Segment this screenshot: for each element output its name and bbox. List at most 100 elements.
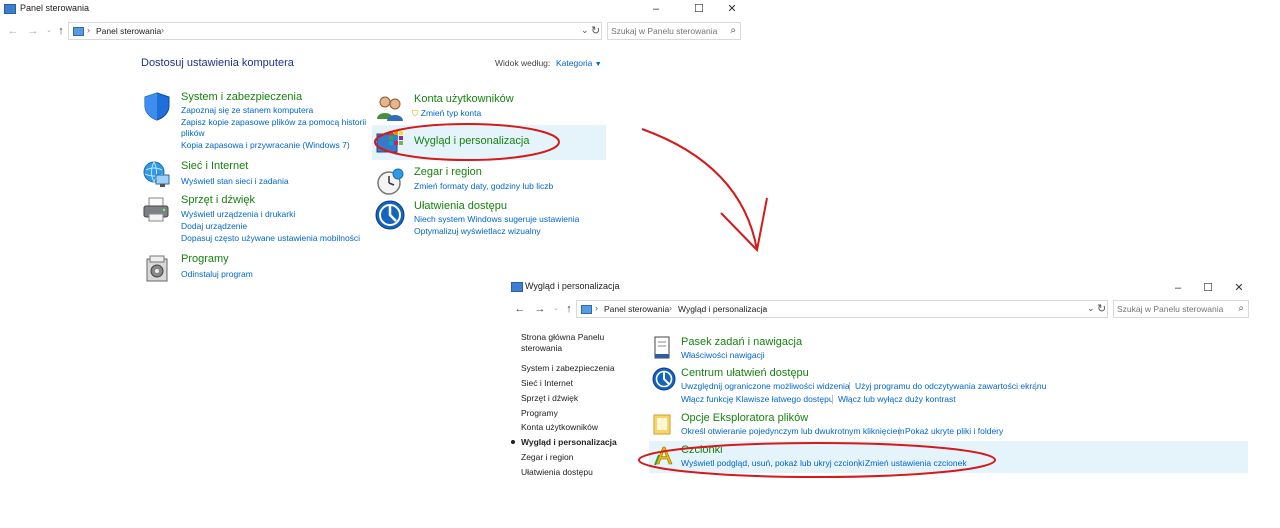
search-icon[interactable]: ⌕ [1238,303,1244,314]
link-text: Zmień typ konta [420,108,482,118]
search-icon[interactable]: ⌕ [730,25,736,36]
category-network-internet: Sieć i Internet Wyświetl stan sieci i za… [142,160,367,190]
breadcrumb-control-panel[interactable]: Panel sterowania [604,304,669,314]
section-link[interactable]: Pokaż ukryte pliki i foldery [905,426,1003,436]
accessibility-icon [375,200,405,230]
search-input[interactable] [611,25,723,37]
category-link[interactable]: Odinstaluj program [181,269,253,279]
category-title[interactable]: Konta użytkowników [414,93,514,105]
category-link[interactable]: plików [181,128,205,138]
section-link[interactable]: Zmień ustawienia czcionek [865,458,967,468]
back-arrow-icon[interactable]: ← [6,24,20,38]
section-link[interactable]: Właściwości nawigacji [681,350,765,360]
chevron-right-icon[interactable]: › [161,25,164,35]
chevron-down-icon[interactable]: ⌄ [581,25,589,36]
navigation-bar: ← → ⌄ ↑ › Panel sterowania › Wygląd i pe… [507,300,1252,320]
sidebar-item-clock-region[interactable]: Zegar i region [521,452,573,462]
link-divider [1035,382,1036,391]
category-ease-of-access: Ułatwienia dostępu Niech system Windows … [375,200,605,240]
view-by-dropdown[interactable]: Kategoria ▼ [556,58,602,68]
category-link[interactable]: Zmień formaty daty, godziny lub liczb [414,181,553,191]
sidebar-item-programs[interactable]: Programy [521,408,558,418]
chevron-right-icon[interactable]: › [669,303,672,313]
minimize-icon[interactable]: – [1162,279,1194,299]
section-title[interactable]: Opcje Eksploratora plików [681,412,808,424]
breadcrumb-control-panel[interactable]: Panel sterowania [96,26,161,36]
category-title[interactable]: Ułatwienia dostępu [414,200,507,212]
section-link[interactable]: Włącz funkcję Klawisze łatwego dostępu [681,394,834,404]
category-title[interactable]: Sprzęt i dźwięk [181,194,255,206]
category-link[interactable]: ⛉ Zmień typ konta [412,108,481,119]
category-title[interactable]: Zegar i region [414,166,482,178]
section-file-explorer-options: Opcje Eksploratora plików Określ otwiera… [652,412,1242,442]
sidebar-item-appearance[interactable]: Wygląd i personalizacja [521,437,617,447]
title-bar[interactable]: Panel sterowania – ☐ ✕ [0,0,745,20]
section-title[interactable]: Czcionki [681,444,723,456]
address-bar[interactable]: › Panel sterowania › Wygląd i personaliz… [576,300,1108,318]
link-divider [832,395,833,404]
maximize-icon[interactable]: ☐ [1192,279,1224,299]
sidebar-item-hardware[interactable]: Sprzęt i dźwięk [521,393,578,403]
appearance-icon [375,128,405,158]
maximize-icon[interactable]: ☐ [683,0,715,20]
folder-options-icon [652,412,676,436]
sidebar-item-network[interactable]: Sieć i Internet [521,378,573,388]
address-bar[interactable]: › Panel sterowania › ⌄ ↻ [68,22,602,40]
category-link[interactable]: Optymalizuj wyświetlacz wizualny [414,226,541,236]
close-icon[interactable]: ✕ [716,0,748,20]
minimize-icon[interactable]: – [640,0,672,20]
up-arrow-icon[interactable]: ↑ [54,24,68,38]
category-appearance-personalization: Wygląd i personalizacja [375,128,605,158]
recent-dropdown-icon[interactable]: ⌄ [549,302,563,316]
category-link[interactable]: Dopasuj często używane ustawienia mobiln… [181,233,360,243]
refresh-icon[interactable]: ↻ [1097,302,1106,315]
refresh-icon[interactable]: ↻ [591,24,600,37]
chevron-right-icon: › [595,303,598,313]
category-system-security: System i zabezpieczenia Zapoznaj się ze … [142,91,367,151]
search-input[interactable] [1117,303,1229,315]
category-link[interactable]: Wyświetl stan sieci i zadania [181,176,289,186]
category-link[interactable]: Zapisz kopie zapasowe plików za pomocą h… [181,117,366,127]
caret-down-icon: ▼ [594,61,602,68]
search-field[interactable]: ⌕ [607,22,741,40]
sidebar-home-link[interactable]: Strona główna Panelu sterowania [521,332,604,354]
category-link[interactable]: Dodaj urządzenie [181,221,247,231]
section-link[interactable]: Użyj programu do odczytywania zawartości… [855,381,1046,391]
category-title[interactable]: Programy [181,253,229,265]
category-link[interactable]: Kopia zapasowa i przywracanie (Windows 7… [181,140,350,150]
chevron-right-icon: › [87,25,90,35]
section-link[interactable]: Określ otwieranie pojedynczym lub dwukro… [681,426,904,436]
section-ease-of-access-center: Centrum ułatwień dostępu Uwzględnij ogra… [652,367,1242,407]
section-link[interactable]: Wyświetl podgląd, usuń, pokaż lub ukryj … [681,458,864,468]
close-icon[interactable]: ✕ [1223,279,1255,299]
sidebar-item-ease-of-access[interactable]: Ułatwienia dostępu [521,467,593,477]
title-bar[interactable]: Wygląd i personalizacja – ☐ ✕ [507,278,1252,298]
section-taskbar-navigation: Pasek zadań i nawigacja Właściwości nawi… [652,336,1212,366]
section-link[interactable]: Uwzględnij ograniczone możliwości widzen… [681,381,850,391]
programs-icon [142,253,172,283]
section-link[interactable]: Włącz lub wyłącz duży kontrast [838,394,956,404]
forward-arrow-icon[interactable]: → [533,302,547,316]
fonts-icon [652,444,676,468]
category-link[interactable]: Wyświetl urządzenia i drukarki [181,209,295,219]
category-title[interactable]: Wygląd i personalizacja [414,135,529,147]
category-link[interactable]: Zapoznaj się ze stanem komputera [181,105,313,115]
back-arrow-icon[interactable]: ← [513,302,527,316]
search-field[interactable]: ⌕ [1113,300,1249,318]
category-link[interactable]: Niech system Windows sugeruje ustawienia [414,214,579,224]
section-title[interactable]: Centrum ułatwień dostępu [681,367,809,379]
category-title[interactable]: Sieć i Internet [181,160,248,172]
sidebar-item-system-security[interactable]: System i zabezpieczenia [521,363,615,373]
shield-icon [142,91,172,121]
category-title[interactable]: System i zabezpieczenia [181,91,302,103]
control-panel-icon [4,4,16,14]
chevron-down-icon[interactable]: ⌄ [1087,303,1095,314]
sidebar-item-user-accounts[interactable]: Konta użytkowników [521,422,598,432]
up-arrow-icon[interactable]: ↑ [562,302,576,316]
forward-arrow-icon[interactable]: → [26,24,40,38]
window-title: Wygląd i personalizacja [525,281,620,291]
section-title[interactable]: Pasek zadań i nawigacja [681,336,802,348]
chevron-right-icon[interactable]: › [763,303,766,313]
breadcrumb-appearance[interactable]: Wygląd i personalizacja [678,304,767,314]
view-by-label: Widok według: [495,58,551,68]
